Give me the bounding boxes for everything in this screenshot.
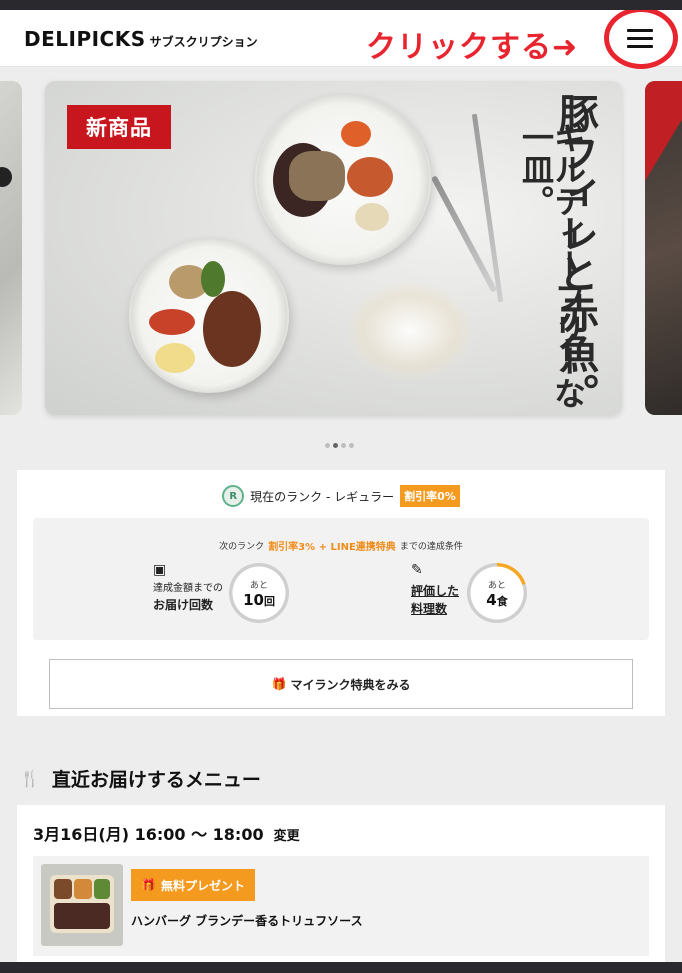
recent-menu-title: 直近お届けするメニュー (51, 769, 261, 791)
app-header: DELIPICKS サブスクリプション クリックする➜ (0, 10, 682, 69)
logo-subtitle: サブスクリプション (149, 35, 258, 49)
current-rank: R 現在のランク - レギュラー 割引率0% (17, 485, 665, 507)
dish-name: ハンバーグ ブランデー香るトリュフソース (131, 914, 363, 928)
wallet-icon: ▣ (153, 562, 167, 578)
device-frame: DELIPICKS サブスクリプション クリックする➜ 新商品 豚フィレと赤魚。… (0, 0, 682, 973)
delivery-date: 3月16日(月) 16:00 〜 18:00 (33, 825, 264, 844)
carousel-dot[interactable] (349, 443, 354, 448)
next-rank-text: 次のランク 割引率3% + LINE連携特典 までの達成条件 (33, 538, 649, 553)
delivery-progress-ring: あと 10回 (229, 563, 289, 623)
new-ribbon (645, 81, 682, 181)
food-plate-image (129, 239, 289, 393)
carousel-dot[interactable] (325, 443, 330, 448)
recent-menu-heading: 🍴 直近お届けするメニュー (20, 765, 261, 792)
delivery-count-metric: ▣ 達成金額までの お届け回数 (153, 562, 223, 614)
carousel-indicator (325, 443, 354, 448)
slide-prev-arrow-icon[interactable] (0, 167, 12, 187)
rated-dishes-link[interactable]: 評価した 料理数 (411, 582, 459, 618)
delivery-card: 3月16日(月) 16:00 〜 18:00 変更 🎁 無料プレゼント ハンバー… (17, 805, 665, 962)
carousel-dot-active[interactable] (333, 443, 338, 448)
carousel-prev-slide[interactable] (0, 81, 22, 415)
rated-progress-ring: あと 4食 (467, 563, 527, 623)
rank-badge-icon: R (222, 485, 245, 507)
dish-thumbnail (41, 864, 123, 946)
carousel-dot[interactable] (341, 443, 346, 448)
free-gift-label: 無料プレゼント (160, 878, 245, 893)
menu-item[interactable]: 🎁 無料プレゼント ハンバーグ ブランデー香るトリュフソース (33, 856, 649, 956)
banner-caption-sub: ギルティーフリーな一皿。 (517, 121, 587, 409)
next-rank-benefit: 割引率3% + LINE連携特典 (268, 542, 396, 553)
carousel-next-slide[interactable] (645, 81, 682, 415)
app-screen: DELIPICKS サブスクリプション クリックする➜ 新商品 豚フィレと赤魚。… (0, 10, 682, 962)
pencil-icon: ✎ (411, 562, 423, 578)
banner-carousel[interactable]: 新商品 豚フィレと赤魚。 ギルティーフリーな一皿。 (0, 67, 682, 457)
gift-icon: 🎁 (271, 677, 287, 691)
next-rank-prefix: 次のランク (219, 542, 265, 552)
new-product-badge: 新商品 (67, 105, 171, 149)
logo-text: DELIPICKS (24, 27, 146, 51)
dried-flower-image (345, 281, 475, 381)
next-rank-suffix: までの達成条件 (399, 542, 463, 552)
current-rank-label: 現在のランク - レギュラー (250, 489, 395, 504)
gift-icon: 🎁 (141, 878, 156, 892)
rated-dishes-metric[interactable]: ✎ 評価した 料理数 (411, 562, 459, 618)
carousel-active-slide[interactable]: 新商品 豚フィレと赤魚。 ギルティーフリーな一皿。 (45, 81, 622, 415)
next-rank-conditions: 次のランク 割引率3% + LINE連携特典 までの達成条件 ▣ 達成金額までの… (33, 518, 649, 640)
my-rank-benefits-label: マイランク特典をみる (290, 677, 411, 692)
my-rank-benefits-button[interactable]: 🎁 マイランク特典をみる (49, 659, 633, 709)
click-hint-annotation: クリックする➜ (366, 30, 579, 65)
food-plate-image (255, 95, 431, 265)
logo[interactable]: DELIPICKS サブスクリプション (24, 27, 258, 51)
delivery-count-label: 達成金額までの お届け回数 (153, 583, 223, 612)
change-delivery-link[interactable]: 変更 (274, 825, 300, 844)
delivery-date-row: 3月16日(月) 16:00 〜 18:00 変更 (33, 821, 300, 845)
discount-rate-badge: 割引率0% (400, 485, 460, 507)
fork-knife-icon: 🍴 (20, 769, 40, 788)
free-gift-badge: 🎁 無料プレゼント (131, 869, 255, 901)
rank-card: R 現在のランク - レギュラー 割引率0% 次のランク 割引率3% + LIN… (17, 470, 665, 716)
hamburger-menu-icon[interactable] (627, 29, 653, 49)
